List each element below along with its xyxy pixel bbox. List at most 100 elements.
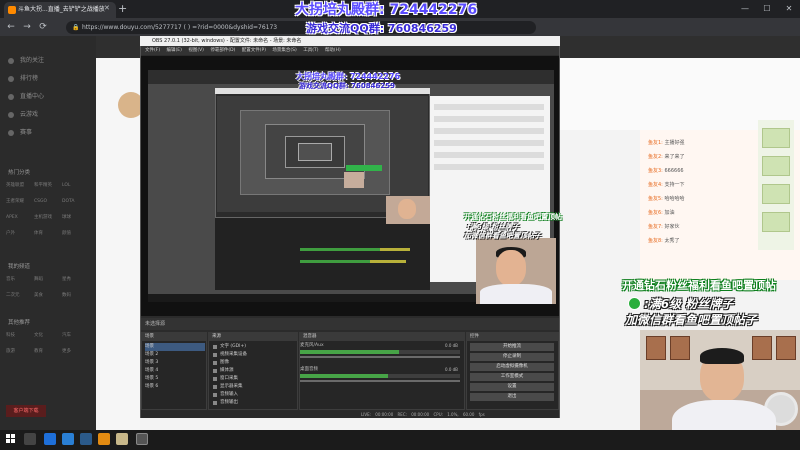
nav-link[interactable]: 英雄联盟: [6, 180, 34, 191]
nav-link[interactable]: 主机游戏: [34, 212, 62, 223]
reload-button[interactable]: ⟳: [36, 18, 50, 36]
gift-icon[interactable]: [762, 128, 790, 148]
maximize-button[interactable]: ☐: [756, 0, 778, 18]
nav-link[interactable]: 科技: [6, 330, 34, 341]
nested-row: [434, 104, 544, 110]
nav-item-rank[interactable]: 排行榜: [8, 72, 88, 86]
start-streaming-button[interactable]: 开始推流: [470, 343, 554, 351]
edge-icon[interactable]: [44, 433, 56, 445]
search-icon[interactable]: [24, 433, 36, 445]
exit-button[interactable]: 退出: [470, 393, 554, 401]
source-item[interactable]: 视频采集设备: [212, 351, 296, 359]
source-item[interactable]: 文字 (GDI+): [212, 343, 296, 351]
nav-hot-grid: 英雄联盟 和平精英 LOL 王者荣耀 CSGO DOTA APEX 主机游戏 球球户外 体育 颜值: [6, 180, 92, 244]
nav-link[interactable]: 汽车: [62, 330, 90, 341]
scene-item[interactable]: 场景 3: [145, 359, 205, 367]
forward-button[interactable]: →: [20, 18, 34, 36]
sources-dock-title: 来源: [208, 332, 298, 341]
nav-link[interactable]: 星秀: [62, 274, 90, 285]
gift-icon[interactable]: [762, 156, 790, 176]
settings-button[interactable]: 设置: [470, 383, 554, 391]
new-tab-button[interactable]: +: [118, 1, 127, 17]
ie-icon[interactable]: [62, 433, 74, 445]
nested-qq-group-text: 大拐培丸殿群: 724442276: [296, 72, 401, 81]
browser-tab[interactable]: 斗鱼大拐...直播_去铲铲之战播放: [4, 2, 116, 18]
scene-item[interactable]: 场景 4: [145, 367, 205, 375]
preview-promo-wechat2: 加微信群看鱼吧置顶帖子: [464, 232, 541, 240]
download-client-button[interactable]: 客户端下载: [6, 405, 46, 417]
address-bar[interactable]: https://www.douyu.com/5277717 ( ) =?rid=…: [66, 21, 536, 34]
steam-icon[interactable]: [80, 433, 92, 445]
stop-recording-button[interactable]: 停止录制: [470, 353, 554, 361]
nested-meter: [380, 248, 410, 251]
nav-item-follow[interactable]: 我的关注: [8, 54, 88, 68]
app-icon[interactable]: [98, 433, 110, 445]
close-window-button[interactable]: ✕: [778, 0, 800, 18]
obs-title-bar: OBS 27.0.1 (32-bit, windows) - 配置文件: 未命名…: [140, 36, 560, 46]
webcam-hair: [700, 348, 744, 364]
obs-menu-bar[interactable]: 文件(F) 编辑(E) 视图(V) 停靠部件(D) 配置文件(P) 场景集合(S…: [141, 46, 559, 55]
nav-item-cloud-game[interactable]: 云游戏: [8, 108, 88, 122]
nested-meter: [300, 248, 380, 251]
nav-link[interactable]: 体育: [34, 228, 62, 239]
nav-link[interactable]: 和平精英: [34, 180, 62, 191]
nav-item-esports[interactable]: 赛事: [8, 126, 88, 140]
nav-fav-grid: 音乐 舞蹈 星秀二次元 美食 数码: [6, 274, 92, 306]
nested-row: [434, 128, 544, 134]
webcam-shelf-item: [752, 336, 772, 360]
screen: 斗鱼大拐...直播_去铲铲之战播放 ✕ + — ☐ ✕ ← → ⟳ https:…: [0, 0, 800, 450]
scene-item[interactable]: 场景: [145, 343, 205, 351]
source-item[interactable]: 窗口采集: [212, 375, 296, 383]
nav-link[interactable]: 旅游: [6, 346, 34, 357]
source-item[interactable]: 图像: [212, 359, 296, 367]
mixer-volume-slider[interactable]: [300, 356, 460, 358]
source-item[interactable]: 音频输出: [212, 399, 296, 407]
nav-link[interactable]: 球球: [62, 212, 90, 223]
nav-link[interactable]: DOTA: [62, 196, 90, 207]
gift-icon[interactable]: [762, 184, 790, 204]
nav-link[interactable]: 二次元: [6, 290, 34, 301]
nav-link[interactable]: 教育: [34, 346, 62, 357]
nav-item-live-center[interactable]: 直播中心: [8, 90, 88, 104]
nested-row: [434, 164, 544, 170]
nav-link[interactable]: 文化: [34, 330, 62, 341]
nav-link[interactable]: 更多: [62, 346, 90, 357]
nav-link[interactable]: 舞蹈: [34, 274, 62, 285]
minimize-button[interactable]: —: [734, 0, 756, 18]
nav-link[interactable]: 音乐: [6, 274, 34, 285]
source-item[interactable]: 音频输入: [212, 391, 296, 399]
windows-start-icon[interactable]: [6, 434, 16, 444]
nav-link[interactable]: 美食: [34, 290, 62, 301]
preview-webcam-face: [496, 250, 526, 286]
scenes-dock-title: 场景: [141, 332, 207, 341]
nav-link[interactable]: 户外: [6, 228, 34, 239]
mixer-volume-slider[interactable]: [300, 380, 460, 382]
webcam-shelf-item: [670, 336, 690, 360]
obs-status-bar: LIVE: 00:00:00 REC: 00:00:00 CPU: 1.0%, …: [141, 411, 559, 418]
gift-icon[interactable]: [762, 212, 790, 232]
nested-webcam-small: [344, 172, 364, 188]
file-icon[interactable]: [116, 433, 128, 445]
nav-link[interactable]: 数码: [62, 290, 90, 301]
fan-promo-overlay: 开通钻石粉丝福利看鱼吧置顶帖: [622, 279, 776, 292]
nav-link[interactable]: CSGO: [34, 196, 62, 207]
tab-close-icon[interactable]: ✕: [104, 3, 110, 13]
nav-link[interactable]: 颜值: [62, 228, 90, 239]
back-button[interactable]: ←: [4, 18, 18, 36]
source-item[interactable]: 媒体源: [212, 367, 296, 375]
mixer-db-readout: 0.0 dB: [445, 367, 458, 372]
nested-obs-level-6: [298, 143, 332, 161]
nested-webcam-face: [398, 199, 416, 219]
virtual-camera-button[interactable]: 启动虚拟摄像机: [470, 363, 554, 371]
scene-item[interactable]: 场景 5: [145, 375, 205, 383]
source-item[interactable]: 显示器采集: [212, 383, 296, 391]
obs-taskbar-icon[interactable]: [136, 433, 148, 445]
qq-group-overlay: 大拐培丸殿群: 724442276: [295, 2, 478, 18]
nav-link[interactable]: 王者荣耀: [6, 196, 34, 207]
scene-item[interactable]: 场景 2: [145, 351, 205, 359]
nav-link[interactable]: LOL: [62, 180, 90, 191]
scene-item[interactable]: 场景 6: [145, 383, 205, 391]
studio-mode-button[interactable]: 工作室模式: [470, 373, 554, 381]
nav-link[interactable]: APEX: [6, 212, 34, 223]
chat-message: 鱼友5: 哈哈哈哈: [648, 196, 685, 202]
